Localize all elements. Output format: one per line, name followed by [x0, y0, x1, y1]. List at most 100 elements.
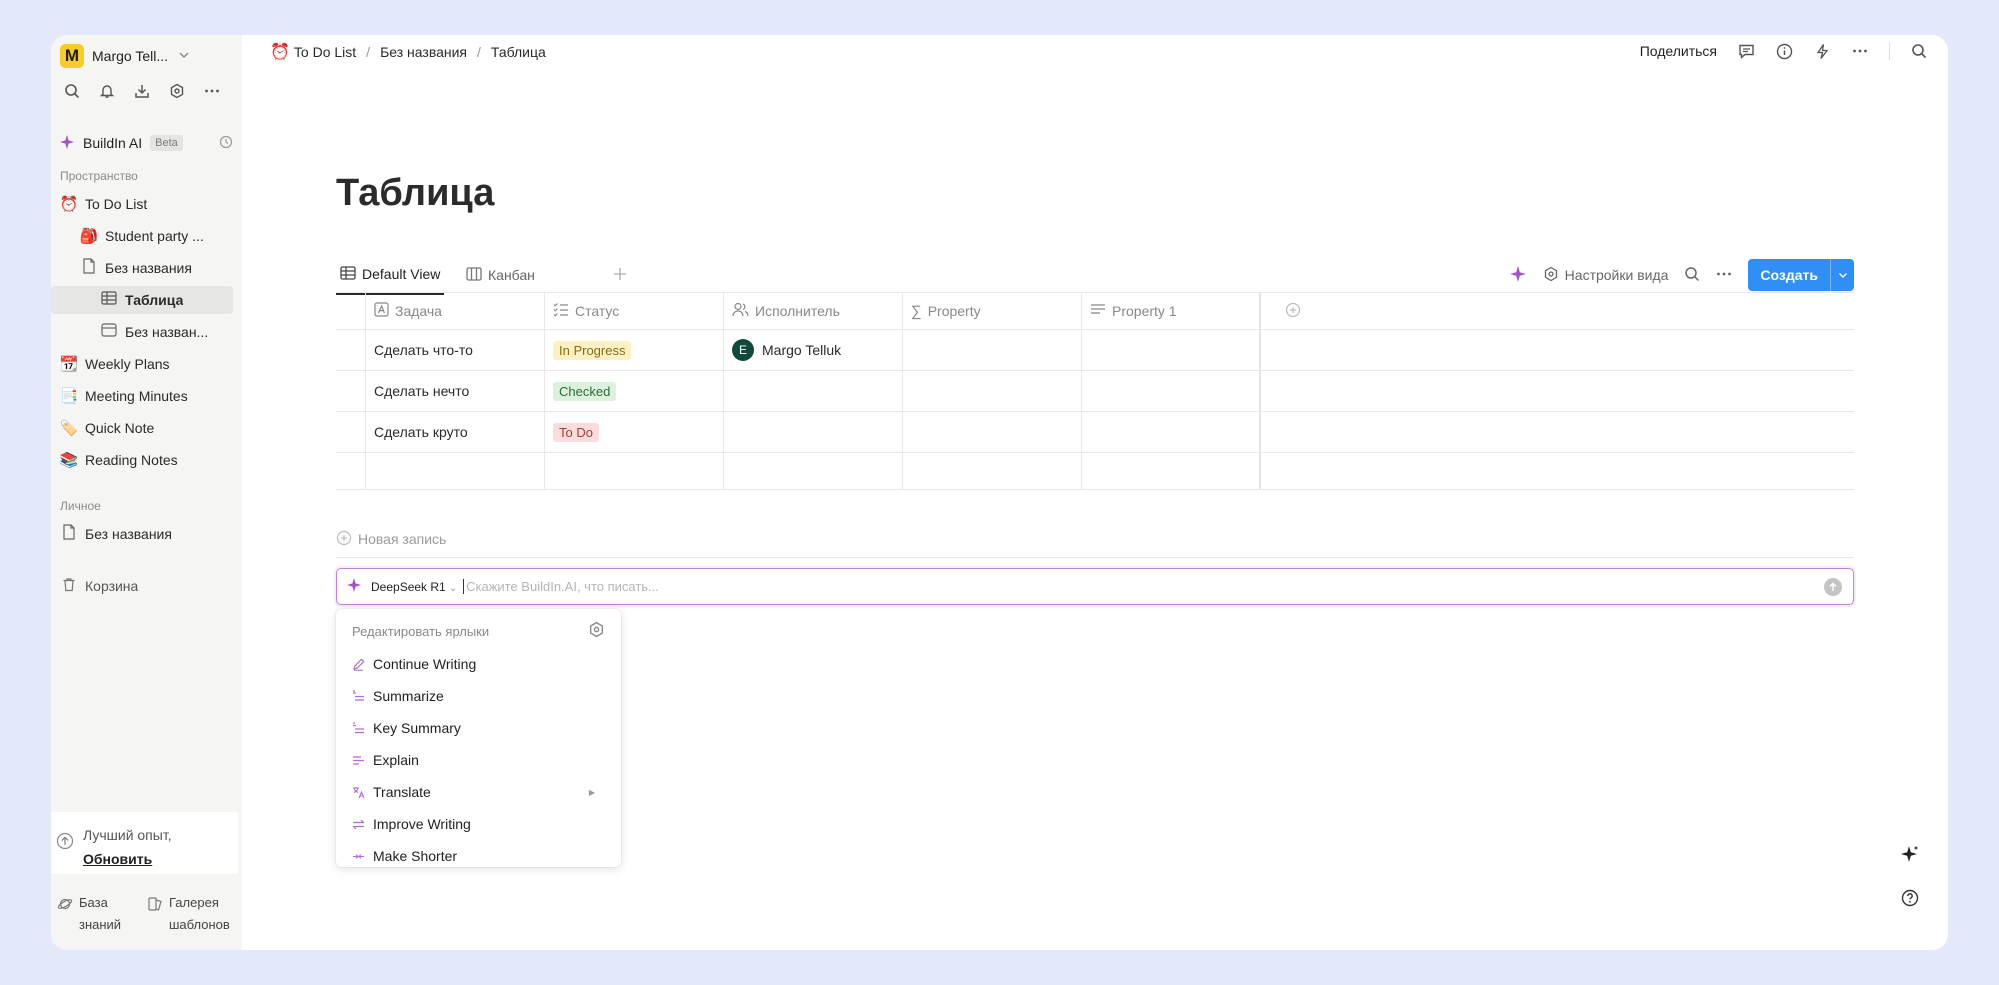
- calendar-icon: 📆: [59, 356, 79, 373]
- task-cell[interactable]: Сделать нечто: [366, 371, 545, 411]
- property-cell[interactable]: [903, 330, 1082, 370]
- view-settings-label: Настройки вида: [1564, 267, 1669, 283]
- sidebar-item-untitled[interactable]: Без названия: [51, 254, 233, 282]
- sidebar-item-label: To Do List: [85, 196, 148, 212]
- property-cell[interactable]: [903, 412, 1082, 452]
- empty-cell: [1261, 412, 1854, 452]
- table-row[interactable]: Сделать что-то In Progress E Margo Tellu…: [336, 330, 1854, 371]
- task-cell[interactable]: [366, 453, 545, 489]
- assignee-cell[interactable]: [724, 453, 903, 489]
- column-header-task[interactable]: Задача: [366, 293, 545, 329]
- buildin-ai-label: BuildIn AI: [83, 135, 143, 151]
- ai-sparkle-icon[interactable]: [1509, 265, 1527, 286]
- sidebar-item-weekly-plans[interactable]: 📆 Weekly Plans: [51, 350, 233, 378]
- table-row[interactable]: [336, 453, 1854, 490]
- ai-assistant-button[interactable]: [1898, 842, 1922, 866]
- menu-item-improve-writing[interactable]: Improve Writing: [336, 809, 621, 839]
- breadcrumb-item-todo-list[interactable]: To Do List: [294, 44, 356, 60]
- template-gallery-link[interactable]: Галерея шаблонов: [141, 892, 230, 936]
- property-cell[interactable]: [903, 371, 1082, 411]
- property-cell[interactable]: [903, 453, 1082, 489]
- more-icon[interactable]: [1716, 266, 1732, 285]
- status-cell[interactable]: In Progress: [545, 330, 724, 370]
- info-icon[interactable]: [1775, 42, 1793, 60]
- assignee-cell[interactable]: [724, 371, 903, 411]
- ai-prompt-input[interactable]: [463, 579, 1824, 594]
- tab-default-view[interactable]: Default View: [336, 255, 445, 295]
- menu-item-explain[interactable]: Explain: [336, 745, 621, 775]
- model-selector[interactable]: DeepSeek R1 ⌄: [371, 580, 457, 594]
- table-row[interactable]: Сделать круто To Do: [336, 412, 1854, 453]
- sidebar-item-table[interactable]: Таблица: [51, 286, 233, 314]
- task-cell[interactable]: Сделать круто: [366, 412, 545, 452]
- status-cell[interactable]: [545, 453, 724, 489]
- menu-item-translate[interactable]: Translate ▶: [336, 777, 621, 807]
- breadcrumb-item-table[interactable]: Таблица: [491, 44, 546, 60]
- settings-icon[interactable]: [168, 82, 186, 100]
- sidebar-item-trash[interactable]: Корзина: [51, 572, 233, 600]
- sidebar-item-personal-untitled[interactable]: Без названия: [51, 520, 233, 548]
- comment-icon[interactable]: [1737, 42, 1755, 60]
- property-1-cell[interactable]: [1082, 330, 1261, 370]
- send-arrow-icon[interactable]: [1824, 577, 1842, 596]
- menu-item-continue-writing[interactable]: Continue Writing: [336, 649, 621, 679]
- history-icon[interactable]: [219, 135, 233, 152]
- share-button[interactable]: Поделиться: [1640, 43, 1717, 59]
- view-toolbar: Настройки вида Создать: [1509, 259, 1854, 291]
- column-header-status[interactable]: Статус: [545, 293, 724, 329]
- table-row[interactable]: Сделать нечто Checked: [336, 371, 1854, 412]
- settings-icon[interactable]: [588, 621, 605, 641]
- assignee-cell[interactable]: E Margo Telluk: [724, 330, 903, 370]
- more-icon[interactable]: [203, 82, 221, 100]
- sidebar-item-reading-notes[interactable]: 📚 Reading Notes: [51, 446, 233, 474]
- column-header-property[interactable]: ∑ Property: [903, 293, 1082, 329]
- assignee-cell[interactable]: [724, 412, 903, 452]
- column-header-property-1[interactable]: Property 1: [1082, 293, 1261, 329]
- breadcrumb: ⏰ To Do List / Без названия / Таблица: [270, 42, 546, 62]
- workspace-switcher[interactable]: M Margo Tell...: [60, 42, 190, 70]
- tab-kanban[interactable]: Канбан: [466, 255, 535, 295]
- upgrade-link[interactable]: Обновить: [83, 847, 172, 871]
- tab-label: Default View: [362, 266, 441, 282]
- search-icon[interactable]: [63, 82, 81, 100]
- explain-icon: [351, 753, 365, 767]
- menu-item-key-summary[interactable]: Key Summary: [336, 713, 621, 743]
- more-icon[interactable]: [1851, 42, 1869, 60]
- add-column-button[interactable]: [1261, 293, 1854, 329]
- menu-item-label: Make Shorter: [373, 848, 458, 864]
- add-view-button[interactable]: [613, 255, 627, 295]
- column-header-assignee[interactable]: Исполнитель: [724, 293, 903, 329]
- task-cell[interactable]: Сделать что-то: [366, 330, 545, 370]
- search-icon[interactable]: [1910, 42, 1928, 60]
- sidebar-item-quick-note[interactable]: 🏷️ Quick Note: [51, 414, 233, 442]
- menu-item-make-shorter[interactable]: Make Shorter: [336, 841, 621, 867]
- menu-item-summarize[interactable]: Summarize: [336, 681, 621, 711]
- sidebar-item-student-party[interactable]: 🎒 Student party ...: [51, 222, 233, 250]
- text-lines-icon: [1090, 303, 1106, 320]
- status-cell[interactable]: Checked: [545, 371, 724, 411]
- template-gallery-line1: Галерея: [169, 895, 219, 910]
- buildin-ai-item[interactable]: BuildIn AI Beta: [59, 131, 235, 155]
- status-badge: In Progress: [553, 340, 632, 360]
- knowledge-base-link[interactable]: База знаний: [51, 892, 141, 936]
- view-settings-button[interactable]: Настройки вида: [1543, 266, 1669, 285]
- search-icon[interactable]: [1684, 266, 1700, 285]
- sidebar-item-untitled-board[interactable]: Без назван...: [51, 318, 233, 346]
- automation-icon[interactable]: [1813, 42, 1831, 60]
- property-1-cell[interactable]: [1082, 412, 1261, 452]
- chevron-down-icon[interactable]: [1830, 259, 1854, 291]
- bell-icon[interactable]: [98, 82, 116, 100]
- create-button[interactable]: Создать: [1748, 259, 1854, 291]
- page-title[interactable]: Таблица: [336, 172, 494, 215]
- status-cell[interactable]: To Do: [545, 412, 724, 452]
- help-icon[interactable]: [1898, 886, 1922, 910]
- topbar: ⏰ To Do List / Без названия / Таблица По…: [242, 35, 1948, 69]
- download-icon[interactable]: [133, 82, 151, 100]
- property-1-cell[interactable]: [1082, 453, 1261, 489]
- sidebar-item-todo-list[interactable]: ⏰ To Do List: [51, 190, 233, 218]
- new-record-button[interactable]: Новая запись: [336, 521, 1854, 558]
- alarm-clock-icon: ⏰: [270, 44, 290, 61]
- sidebar-item-meeting-minutes[interactable]: 📑 Meeting Minutes: [51, 382, 233, 410]
- property-1-cell[interactable]: [1082, 371, 1261, 411]
- breadcrumb-item-untitled[interactable]: Без названия: [380, 44, 467, 60]
